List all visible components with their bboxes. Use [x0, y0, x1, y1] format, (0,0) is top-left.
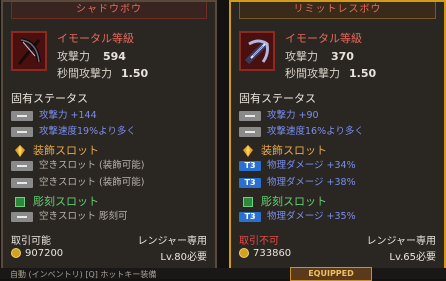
gem-icon — [15, 145, 25, 157]
tier-badge: T3 — [239, 177, 261, 188]
attack-value: 594 — [103, 50, 126, 63]
speed-value: 1.50 — [349, 67, 377, 80]
speed-label: 秒間攻撃力 — [57, 67, 112, 80]
bow-icon — [11, 31, 47, 71]
engrave-icon — [243, 197, 253, 207]
dash-icon — [11, 110, 33, 121]
dash-icon — [239, 126, 261, 137]
tier-badge: T3 — [239, 211, 261, 222]
inherent-stat-row: 攻撃力 +90 — [239, 109, 319, 123]
class-restriction: レンジャー専用 — [137, 236, 208, 247]
engrave-slot-heading: 彫刻スロット — [239, 193, 327, 209]
item-card-shadow-bow[interactable]: シャドウボウ イモータル等級 攻撃力 594 秒間攻撃力 1.50 固有ステータス … — [1, 0, 217, 279]
rarity-label: イモータル等級 — [285, 32, 362, 45]
trade-row: 取引不可 レンジャー専用 — [239, 232, 436, 247]
speed-stat: 秒間攻撃力 1.50 — [57, 65, 148, 81]
trade-row: 取引可能 レンジャー専用 — [11, 232, 207, 247]
empty-slot-icon — [11, 177, 33, 188]
speed-label: 秒間攻撃力 — [285, 67, 340, 80]
deco-slot-row[interactable]: T3 物理ダメージ +38% — [239, 176, 356, 190]
coin-icon — [11, 248, 21, 258]
bow-icon — [239, 31, 275, 71]
deco-slot-row[interactable]: 空きスロット (装飾可能) — [11, 159, 144, 173]
inherent-stats-heading: 固有ステータス — [11, 92, 88, 105]
price-row: 907200 Lv.80必要 — [11, 248, 207, 263]
dash-icon — [239, 110, 261, 121]
deco-slot-row[interactable]: T3 物理ダメージ +34% — [239, 159, 356, 173]
tier-badge: T3 — [239, 160, 261, 171]
inherent-stats-heading: 固有ステータス — [239, 92, 316, 105]
empty-slot-icon — [11, 211, 33, 222]
deco-slot-heading: 装飾スロット — [239, 142, 327, 158]
speed-stat: 秒間攻撃力 1.50 — [285, 65, 376, 81]
attack-stat: 攻撃力 370 — [285, 48, 354, 64]
attack-value: 370 — [331, 50, 354, 63]
engrave-slot-heading: 彫刻スロット — [11, 193, 99, 209]
item-card-limitless-bow[interactable]: リミットレスボウ イモータル等級 攻撃力 370 秒間攻撃力 1.50 固有ステータ… — [229, 0, 446, 279]
level-requirement: Lv.80必要 — [160, 252, 207, 263]
engrave-icon — [15, 197, 25, 207]
rarity-label: イモータル等級 — [57, 32, 134, 45]
price: 733860 — [253, 248, 292, 259]
level-requirement: Lv.65必要 — [389, 252, 436, 263]
deco-slot-heading: 装飾スロット — [11, 142, 99, 158]
engrave-slot-row[interactable]: T3 物理ダメージ +35% — [239, 210, 356, 224]
attack-stat: 攻撃力 594 — [57, 48, 126, 64]
item-title: リミットレスボウ — [239, 2, 436, 19]
trade-status: 取引不可 — [239, 236, 279, 247]
coin-icon — [239, 248, 249, 258]
inherent-stat-row: 攻撃力 +144 — [11, 109, 97, 123]
attack-label: 攻撃力 — [285, 50, 318, 63]
class-restriction: レンジャー専用 — [366, 236, 437, 247]
price: 907200 — [25, 248, 64, 259]
dash-icon — [11, 126, 33, 137]
gem-icon — [243, 145, 253, 157]
speed-value: 1.50 — [121, 67, 149, 80]
deco-slot-row[interactable]: 空きスロット (装飾可能) — [11, 176, 144, 190]
price-row: 733860 Lv.65必要 — [239, 248, 436, 263]
inherent-stat-row: 攻撃速度16%より多く — [239, 125, 364, 139]
attack-label: 攻撃力 — [57, 50, 90, 63]
empty-slot-icon — [11, 160, 33, 171]
engrave-slot-row[interactable]: 空きスロット 彫刻可 — [11, 210, 128, 224]
hotkey-hint: 自動 (インベントリ) [Q] ホットキー装備 — [10, 270, 157, 279]
inherent-stat-row: 攻撃速度19%より多く — [11, 125, 136, 139]
item-title: シャドウボウ — [11, 2, 207, 19]
trade-status: 取引可能 — [11, 236, 51, 247]
